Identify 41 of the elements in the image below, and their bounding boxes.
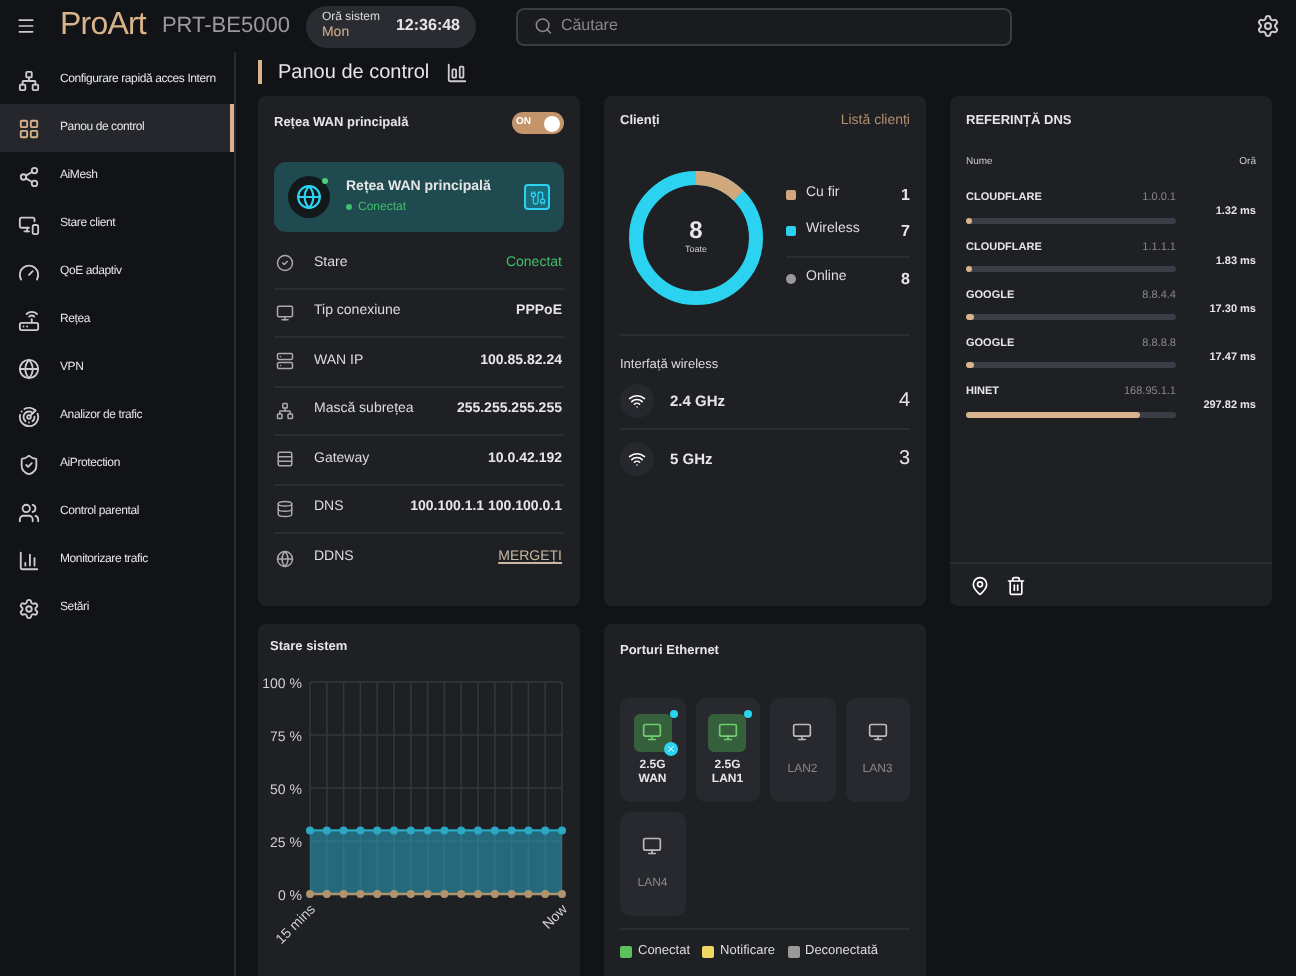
monitor-icon xyxy=(276,303,294,322)
location-pin-icon[interactable] xyxy=(970,575,990,595)
logo: ProArt xyxy=(60,6,146,46)
users-icon xyxy=(18,501,40,523)
page-title: Panou de control xyxy=(278,59,430,87)
server-icon xyxy=(276,352,294,371)
router-icon xyxy=(18,309,40,331)
legend-count: 8 xyxy=(901,267,910,291)
globe-icon xyxy=(18,357,40,379)
search-icon xyxy=(534,16,553,36)
radar-icon xyxy=(18,405,40,427)
settings-icon xyxy=(18,597,40,619)
search-field[interactable]: Căutare xyxy=(516,7,1013,45)
trash-icon[interactable] xyxy=(1006,575,1026,595)
gauge-icon xyxy=(18,261,40,283)
legend-count: 1 xyxy=(901,183,910,207)
legend-count: 7 xyxy=(901,219,910,243)
port-icon xyxy=(708,713,747,752)
clock-time: 12:36:48 xyxy=(395,14,461,38)
bar-chart-icon xyxy=(18,549,40,571)
globe-icon xyxy=(276,549,294,568)
network-icon xyxy=(276,401,294,420)
share-icon xyxy=(18,165,40,187)
shield-icon xyxy=(18,453,40,475)
model-name: PRT-BE5000 xyxy=(161,11,290,42)
band-count: 3 xyxy=(898,445,910,474)
port-icon xyxy=(633,713,672,752)
check-circle-icon xyxy=(276,254,294,273)
network-icon xyxy=(18,69,40,91)
search-input[interactable]: Căutare xyxy=(560,14,995,38)
total-count: 8 xyxy=(689,217,703,244)
wifi-icon xyxy=(628,449,646,468)
globe-icon xyxy=(296,184,322,210)
menu-icon[interactable] xyxy=(16,16,36,36)
wifi-icon xyxy=(628,392,646,411)
band-count: 4 xyxy=(898,388,910,417)
settings-icon[interactable] xyxy=(1256,14,1280,38)
rows-icon xyxy=(276,450,294,469)
devices-icon xyxy=(18,213,40,235)
database-icon xyxy=(276,499,294,518)
grid-icon xyxy=(18,117,40,139)
